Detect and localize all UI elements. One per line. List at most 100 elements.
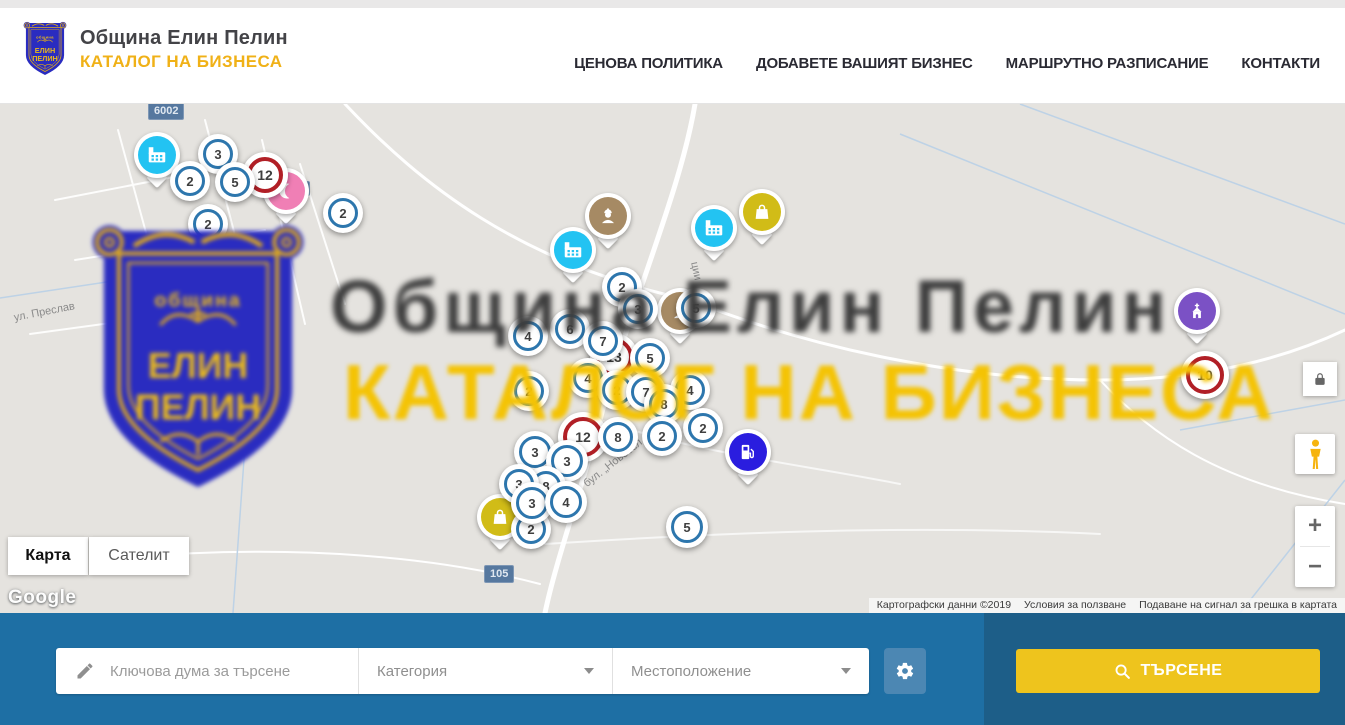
map-cluster[interactable]: 7 (583, 321, 623, 361)
location-select-label: Местоположение (631, 663, 751, 680)
nav-item-pricing[interactable]: ЦЕНОВА ПОЛИТИКА (574, 55, 723, 72)
map-cluster[interactable]: 2 (683, 408, 723, 448)
cluster-count: 5 (220, 167, 250, 197)
search-fields-group: Категория Местоположение (56, 648, 869, 694)
zoom-in-button[interactable]: + (1295, 506, 1335, 546)
cluster-count: 2 (647, 421, 677, 451)
cluster-count: 5 (671, 511, 703, 543)
worker-icon (598, 206, 618, 226)
pin-circle (138, 136, 176, 174)
site-subtitle: КАТАЛОГ НА БИЗНЕСА (80, 52, 288, 72)
cluster-count: 2 (175, 166, 205, 196)
nav-item-add-business[interactable]: ДОБАВЕТЕ ВАШИЯТ БИЗНЕС (756, 55, 973, 72)
cluster-count: 4 (513, 321, 543, 351)
location-select[interactable]: Местоположение (612, 648, 869, 694)
factory-icon (562, 239, 584, 261)
pin-circle (695, 209, 733, 247)
header: община ЕЛИН ПЕЛИН Община Елин Пелин КАТА… (0, 8, 1345, 104)
map-cluster[interactable]: 8 (598, 417, 638, 457)
cluster-count: 2 (328, 198, 358, 228)
map-cluster[interactable]: 2 (509, 371, 549, 411)
street-view-pegman-button[interactable] (1295, 434, 1335, 474)
pin-circle (743, 193, 781, 231)
main-nav: ЦЕНОВА ПОЛИТИКА ДОБАВЕТЕ ВАШИЯТ БИЗНЕС М… (574, 55, 1320, 72)
cluster-count: 8 (603, 422, 633, 452)
zoom-control: + − (1295, 506, 1335, 587)
site-title: Община Елин Пелин (80, 27, 288, 50)
pin-circle (729, 433, 767, 471)
map-type-satellite-button[interactable]: Сателит (89, 537, 189, 575)
map-attribution: Картографски данни ©2019 Условия за полз… (869, 598, 1345, 613)
coat-of-arms-icon: община ЕЛИН ПЕЛИН (22, 20, 68, 78)
search-icon (1114, 663, 1131, 680)
pencil-icon (75, 661, 95, 681)
chevron-down-icon (841, 668, 851, 674)
cluster-count: 5 (635, 343, 665, 373)
keyword-field (56, 648, 358, 694)
lock-icon (1313, 371, 1327, 387)
cluster-count: 5 (681, 293, 711, 323)
cluster-count: 6 (555, 314, 585, 344)
cluster-count: 10 (1186, 356, 1224, 394)
gear-icon (895, 661, 915, 681)
chevron-down-icon (584, 668, 594, 674)
nav-item-contacts[interactable]: КОНТАКТИ (1241, 55, 1320, 72)
map-cluster[interactable]: 10 (1181, 351, 1229, 399)
factory-icon (146, 144, 168, 166)
site-logo[interactable]: община ЕЛИН ПЕЛИН Община Елин Пелин КАТА… (22, 20, 288, 78)
pin-circle (1178, 292, 1216, 330)
attribution-terms-link[interactable]: Условия за ползване (1024, 598, 1126, 613)
cluster-count: 2 (193, 209, 223, 239)
map-cluster[interactable]: 3 (618, 289, 658, 329)
cluster-count: 7 (588, 326, 618, 356)
svg-text:ПЕЛИН: ПЕЛИН (32, 54, 58, 63)
cluster-count: 8 (649, 389, 679, 419)
map-type-map-button[interactable]: Карта (8, 537, 88, 575)
svg-text:ЕЛИН: ЕЛИН (35, 46, 55, 55)
search-bar: Категория Местоположение ТЪРСЕНЕ (0, 613, 1345, 725)
cluster-count: 3 (623, 294, 653, 324)
bag-icon (752, 202, 772, 222)
map-cluster[interactable]: 5 (676, 288, 716, 328)
category-select-label: Категория (377, 663, 447, 680)
factory-icon (703, 217, 725, 239)
road-badge: 6002 (148, 104, 184, 120)
map-pin-factory[interactable] (691, 205, 737, 251)
map-pin-factory[interactable] (550, 227, 596, 273)
map-cluster[interactable]: 4 (545, 481, 587, 523)
lock-button[interactable] (1303, 362, 1337, 396)
map-cluster[interactable]: 2 (188, 204, 228, 244)
map-cluster[interactable]: 2 (170, 161, 210, 201)
keyword-search-input[interactable] (108, 662, 338, 681)
map-pin-fuel[interactable] (725, 429, 771, 475)
map-pin-bag[interactable] (739, 189, 785, 235)
search-button[interactable]: ТЪРСЕНЕ (1016, 649, 1320, 693)
pin-circle (554, 231, 592, 269)
cluster-count: 2 (514, 376, 544, 406)
top-strip (0, 0, 1345, 8)
map-canvas[interactable]: 6002105ул. Преславбул. „Новоселции212325… (0, 104, 1345, 613)
map-type-control: Карта Сателит (8, 537, 189, 575)
map-cluster[interactable]: 5 (215, 162, 255, 202)
map-cluster[interactable]: 5 (666, 506, 708, 548)
map-cluster[interactable]: 2 (323, 193, 363, 233)
brand-text: Община Елин Пелин КАТАЛОГ НА БИЗНЕСА (80, 27, 288, 72)
pegman-icon (1308, 439, 1323, 470)
map-pin-church[interactable] (1174, 288, 1220, 334)
map-cluster[interactable]: 4 (508, 316, 548, 356)
zoom-out-button[interactable]: − (1295, 547, 1335, 587)
cluster-count: 3 (516, 487, 548, 519)
google-logo[interactable]: Google (8, 587, 76, 609)
search-button-label: ТЪРСЕНЕ (1141, 662, 1223, 680)
church-icon (1187, 301, 1207, 321)
nav-item-transport-schedule[interactable]: МАРШРУТНО РАЗПИСАНИЕ (1006, 55, 1209, 72)
bag-icon (490, 507, 510, 527)
fuel-icon (738, 442, 758, 462)
road-badge: 105 (484, 565, 514, 583)
map-cluster[interactable]: 2 (642, 416, 682, 456)
cluster-count: 2 (688, 413, 718, 443)
advanced-search-button[interactable] (884, 648, 926, 694)
attribution-report-link[interactable]: Подаване на сигнал за грешка в картата (1139, 598, 1337, 613)
page: община ЕЛИН ПЕЛИН Община Елин Пелин КАТА… (0, 0, 1345, 725)
category-select[interactable]: Категория (358, 648, 612, 694)
